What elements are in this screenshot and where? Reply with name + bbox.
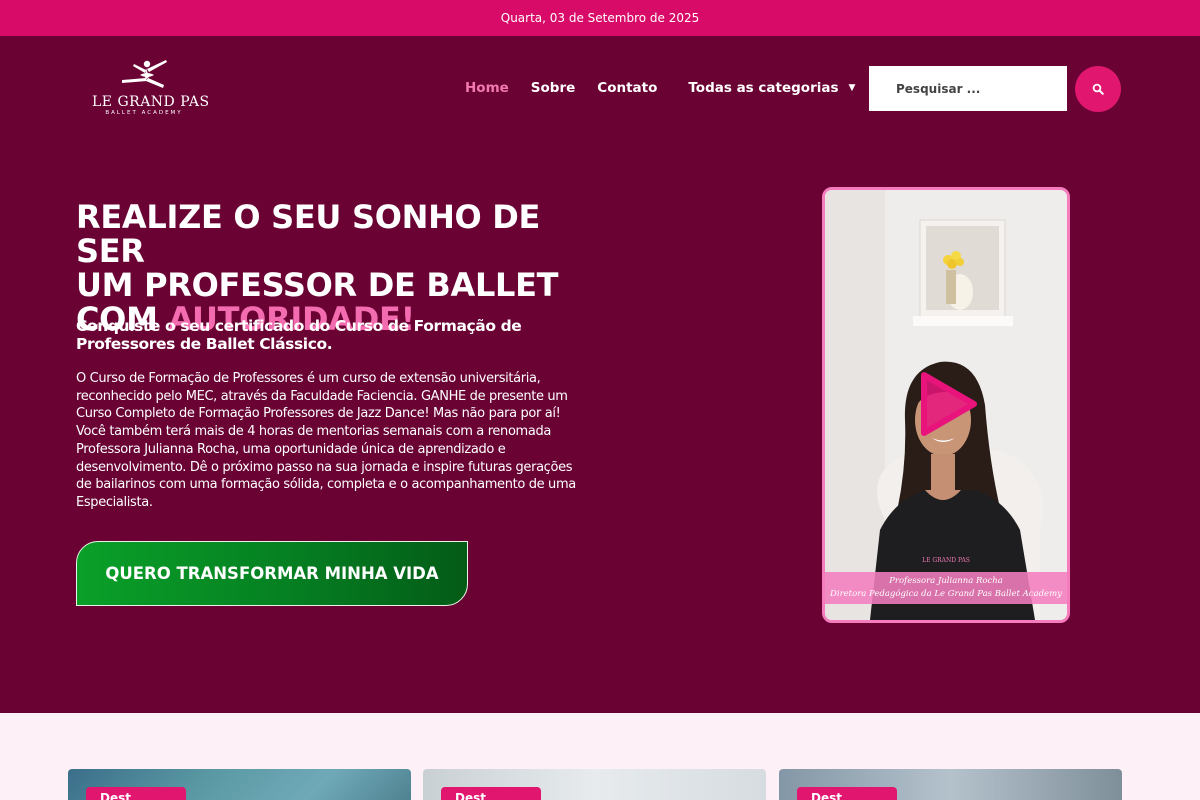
headline-line-1: REALIZE O SEU SONHO DE SER	[76, 198, 541, 270]
headline-line-2: UM PROFESSOR DE BALLET	[76, 266, 559, 304]
play-icon[interactable]	[918, 371, 978, 437]
post-card[interactable]: Dest	[423, 769, 766, 800]
categories-label: Todas as categorias	[688, 80, 839, 96]
categories-dropdown[interactable]: Todas as categorias ▼	[688, 80, 855, 96]
current-date: Quarta, 03 de Setembro de 2025	[500, 11, 700, 25]
post-tag[interactable]: Dest	[86, 787, 186, 800]
post-card[interactable]: Dest	[68, 769, 411, 800]
post-card[interactable]: Dest	[779, 769, 1122, 800]
ballerina-logo-icon	[122, 60, 167, 88]
post-tag[interactable]: Dest	[441, 787, 541, 800]
main-navigation: Home Sobre Contato Todas as categorias ▼	[465, 80, 855, 96]
hero-description: O Curso de Formação de Professores é um …	[76, 371, 576, 510]
video-player[interactable]: LE GRAND PAS Professora Julianna Rocha D…	[822, 187, 1070, 623]
logo-name: LE GRAND PAS	[92, 94, 210, 110]
site-logo[interactable]: LE GRAND PAS BALLET ACADEMY	[92, 58, 210, 120]
logo-subtitle: BALLET ACADEMY	[105, 110, 183, 116]
post-tag[interactable]: Dest	[797, 787, 897, 800]
featured-posts: Dest Dest Dest	[0, 713, 1200, 800]
caption-role: Diretora Pedagógica da Le Grand Pas Ball…	[830, 589, 1062, 599]
hero-subheadline: Conquiste o seu certificado do Curso de …	[76, 317, 522, 353]
search-input[interactable]	[869, 66, 1067, 111]
shirt-logo-text: LE GRAND PAS	[922, 557, 970, 564]
search-button[interactable]	[1075, 66, 1121, 112]
nav-sobre[interactable]: Sobre	[531, 80, 575, 96]
nav-home[interactable]: Home	[465, 80, 509, 96]
cta-transform-button[interactable]: QUERO TRANSFORMAR MINHA VIDA	[76, 541, 468, 606]
video-caption: Professora Julianna Rocha Diretora Pedag…	[825, 572, 1067, 604]
nav-contato[interactable]: Contato	[597, 80, 657, 96]
search-icon	[1092, 83, 1104, 95]
top-date-bar: Quarta, 03 de Setembro de 2025	[0, 0, 1200, 36]
hero-headline: REALIZE O SEU SONHO DE SER UM PROFESSOR …	[76, 200, 596, 336]
hero-section: LE GRAND PAS BALLET ACADEMY Home Sobre C…	[0, 36, 1200, 713]
caret-down-icon: ▼	[848, 83, 856, 93]
caption-name: Professora Julianna Rocha	[889, 576, 1003, 586]
